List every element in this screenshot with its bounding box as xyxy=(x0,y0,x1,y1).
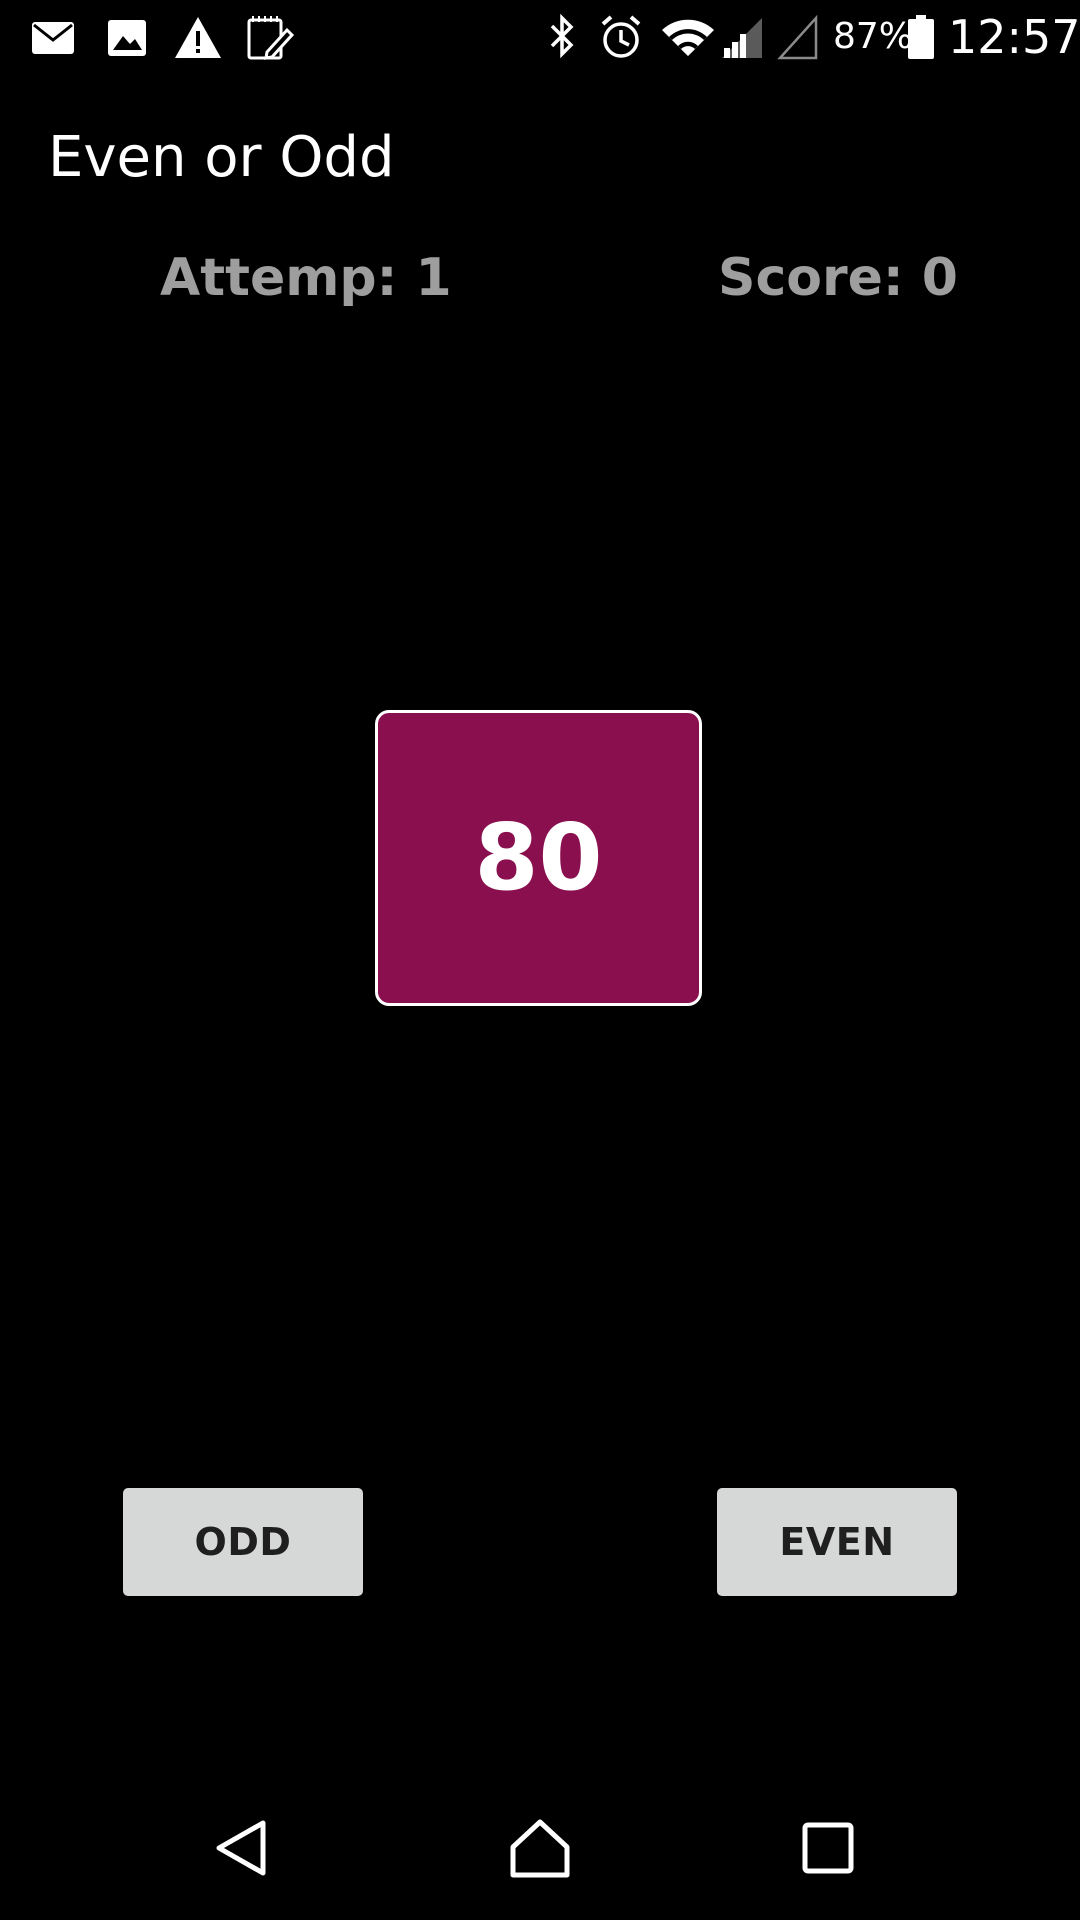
warning-icon xyxy=(175,17,221,58)
cell-signal-icon xyxy=(722,18,762,58)
wifi-icon xyxy=(662,19,714,56)
home-icon xyxy=(510,1819,570,1878)
navigation-bar xyxy=(0,1776,1080,1920)
attempt-counter: Attemp: 1 xyxy=(160,248,452,308)
battery-percent: 87% xyxy=(833,16,914,57)
odd-button[interactable]: ODD xyxy=(123,1488,363,1596)
number-value: 80 xyxy=(474,804,603,911)
recents-icon xyxy=(802,1822,854,1874)
bluetooth-icon xyxy=(550,13,574,59)
even-button[interactable]: EVEN xyxy=(717,1488,957,1596)
back-icon xyxy=(216,1820,266,1876)
score-counter: Score: 0 xyxy=(718,248,958,308)
notes-icon xyxy=(247,16,295,60)
back-button[interactable] xyxy=(191,1798,291,1898)
no-signal-icon xyxy=(777,14,818,60)
number-card: 80 xyxy=(375,710,702,1006)
status-bar: 87% 12:57 xyxy=(0,0,1080,75)
app-title: Even or Odd xyxy=(48,125,395,190)
recents-button[interactable] xyxy=(778,1798,878,1898)
home-button[interactable] xyxy=(490,1798,590,1898)
image-icon xyxy=(108,20,146,56)
clock: 12:57 xyxy=(948,10,1080,64)
battery-icon xyxy=(908,15,934,59)
mail-icon xyxy=(32,22,74,54)
alarm-icon xyxy=(601,15,641,58)
